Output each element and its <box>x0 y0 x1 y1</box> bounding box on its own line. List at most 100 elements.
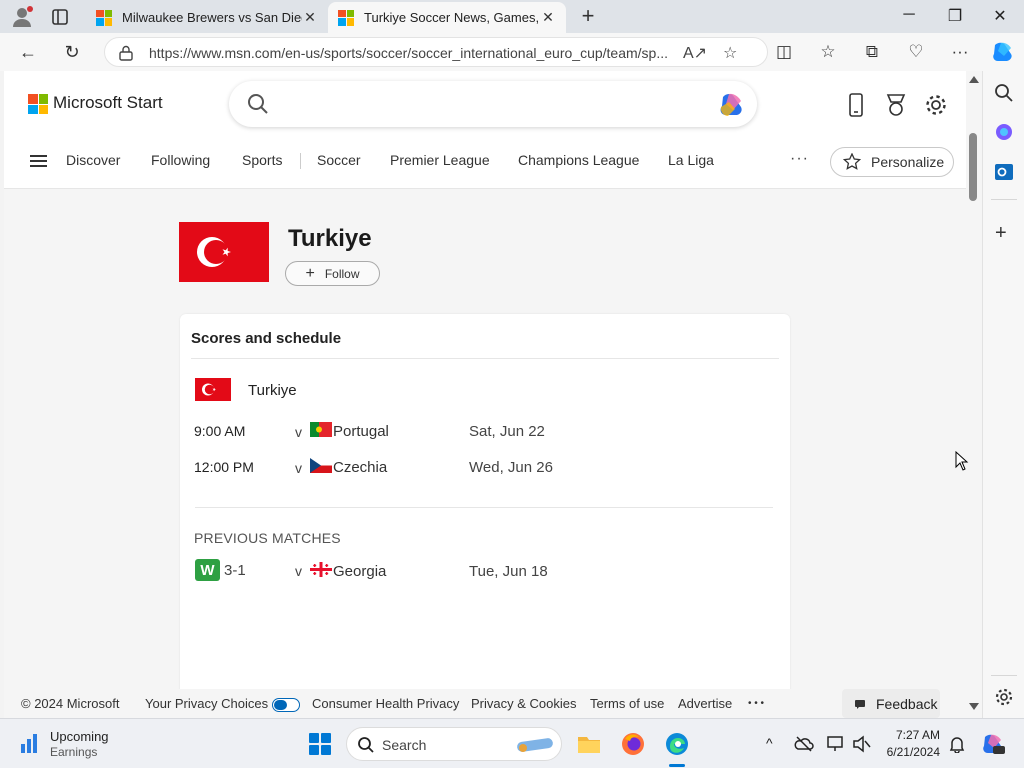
divider <box>191 358 779 359</box>
new-tab-icon[interactable]: + <box>578 5 598 27</box>
mouse-cursor-icon <box>955 451 969 471</box>
consumer-health-privacy-link[interactable]: Consumer Health Privacy <box>312 696 459 711</box>
brand-name[interactable]: Microsoft Start <box>53 93 163 113</box>
sidebar-copilot-app-icon[interactable] <box>993 121 1015 143</box>
window-close-icon[interactable]: ✕ <box>988 6 1012 26</box>
tab-close-icon[interactable]: ✕ <box>302 9 318 26</box>
portugal-flag-icon <box>310 422 332 437</box>
stocks-widget-icon[interactable] <box>20 732 40 754</box>
nav-soccer[interactable]: Soccer <box>317 152 361 168</box>
tray-overflow-icon[interactable]: ^ <box>766 735 773 751</box>
browser-essentials-icon[interactable]: ♡ <box>904 40 928 64</box>
address-bar[interactable]: https://www.msn.com/en-us/sports/soccer/… <box>104 37 768 67</box>
feedback-button[interactable]: Feedback <box>842 689 940 718</box>
nav-more-icon[interactable]: ··· <box>790 150 809 168</box>
card-title: Scores and schedule <box>191 330 342 347</box>
sidebar-add-icon[interactable]: + <box>995 223 1007 243</box>
onedrive-icon[interactable] <box>794 735 814 753</box>
advertise-link[interactable]: Advertise <box>678 696 732 711</box>
network-icon[interactable] <box>826 735 846 753</box>
match-time: 12:00 PM <box>194 459 254 475</box>
split-screen-icon[interactable]: ◫ <box>772 40 796 64</box>
page-scrollbar[interactable] <box>966 71 982 718</box>
back-icon[interactable]: ← <box>16 40 40 64</box>
terms-of-use-link[interactable]: Terms of use <box>590 696 664 711</box>
scores-schedule-card: Scores and schedule Turkiye 9:00 AM v Po… <box>180 314 790 718</box>
personalize-button[interactable]: Personalize <box>830 147 954 177</box>
refresh-icon[interactable]: ↻ <box>60 40 84 64</box>
scroll-up-icon[interactable] <box>969 76 979 83</box>
copilot-taskbar-icon[interactable] <box>980 732 1006 756</box>
msn-favicon-icon <box>96 9 112 26</box>
clock-time[interactable]: 7:27 AM <box>886 728 940 742</box>
hamburger-menu-icon[interactable] <box>30 155 47 167</box>
footer-more-icon[interactable]: • • • <box>748 698 764 709</box>
notification-bell-icon[interactable] <box>948 735 966 753</box>
search-box[interactable] <box>229 81 757 127</box>
privacy-toggle-icon <box>272 697 301 712</box>
match-date: Sat, Jun 22 <box>469 423 545 440</box>
windows-taskbar: Upcoming Earnings Search ^ 7:27 AM 6/21/… <box>0 718 1024 768</box>
profile-avatar-icon[interactable] <box>10 5 34 29</box>
minimize-icon[interactable]: ─ <box>897 6 921 24</box>
msn-favicon-icon <box>338 9 354 26</box>
sidebar-divider <box>991 199 1017 200</box>
taskbar-search-box[interactable]: Search <box>346 727 562 761</box>
versus-label: v <box>295 563 302 579</box>
tab-title: Milwaukee Brewers vs San Diego <box>122 10 302 25</box>
versus-label: v <box>295 460 302 476</box>
file-explorer-icon[interactable] <box>576 731 602 757</box>
firefox-icon[interactable] <box>620 731 646 757</box>
collections-icon[interactable]: ⧉ <box>860 40 884 64</box>
tab-close-icon[interactable]: ✕ <box>540 9 556 26</box>
follow-button[interactable]: + Follow <box>285 261 380 286</box>
nav-discover[interactable]: Discover <box>66 152 120 168</box>
privacy-choices-link[interactable]: Your Privacy Choices <box>145 696 301 712</box>
tab-turkiye[interactable]: Turkiye Soccer News, Games, Sc ✕ <box>328 2 566 33</box>
clock-date[interactable]: 6/21/2024 <box>880 745 940 759</box>
windows-start-icon[interactable] <box>309 733 331 755</box>
settings-more-icon[interactable]: ··· <box>948 40 972 64</box>
favorites-icon[interactable]: ☆ <box>816 40 840 64</box>
czechia-flag-icon <box>310 458 332 473</box>
rewards-trophy-icon[interactable] <box>884 92 908 118</box>
nav-champions-league[interactable]: Champions League <box>518 152 639 168</box>
nav-sports[interactable]: Sports <box>242 152 282 168</box>
versus-label: v <box>295 424 302 440</box>
copilot-sidebar-icon[interactable] <box>990 39 1016 65</box>
read-aloud-icon[interactable]: A↗ <box>683 43 707 63</box>
microsoft-logo-icon[interactable] <box>28 94 48 114</box>
privacy-choices-label: Your Privacy Choices <box>145 696 269 711</box>
volume-muted-icon[interactable] <box>852 735 872 753</box>
tab-brewers[interactable]: Milwaukee Brewers vs San Diego ✕ <box>86 2 328 33</box>
tab-actions-icon[interactable] <box>50 7 70 27</box>
nav-la-liga[interactable]: La Liga <box>668 152 714 168</box>
scroll-down-icon[interactable] <box>969 703 979 710</box>
restore-icon[interactable]: ❐ <box>943 6 967 26</box>
mobile-app-icon[interactable] <box>844 92 868 118</box>
georgia-flag-icon <box>310 562 332 577</box>
match-date: Wed, Jun 26 <box>469 459 553 476</box>
favorite-star-icon[interactable]: ☆ <box>723 43 737 63</box>
sparkle-star-icon <box>843 153 861 170</box>
nav-premier-league[interactable]: Premier League <box>390 152 490 168</box>
outlook-icon[interactable] <box>993 161 1015 183</box>
schedule-team-name[interactable]: Turkiye <box>248 382 297 399</box>
widget-title[interactable]: Upcoming <box>50 729 109 744</box>
crescent-star-icon <box>202 383 216 396</box>
settings-gear-icon[interactable] <box>924 92 948 118</box>
nav-following[interactable]: Following <box>151 152 210 168</box>
lock-icon[interactable] <box>117 44 135 62</box>
previous-matches-label: PREVIOUS MATCHES <box>194 530 341 546</box>
msn-header: Microsoft Start Discover Following Sport… <box>4 71 966 189</box>
scroll-thumb[interactable] <box>969 133 977 201</box>
widget-subtitle[interactable]: Earnings <box>50 745 97 759</box>
feedback-icon <box>855 699 865 709</box>
edge-browser-icon[interactable] <box>664 731 690 757</box>
privacy-cookies-link[interactable]: Privacy & Cookies <box>471 696 576 711</box>
url-text[interactable]: https://www.msn.com/en-us/sports/soccer/… <box>149 45 679 61</box>
win-badge: W <box>195 559 220 581</box>
sidebar-settings-icon[interactable] <box>993 686 1015 708</box>
sidebar-search-icon[interactable] <box>993 82 1015 104</box>
copilot-icon[interactable] <box>717 91 747 119</box>
